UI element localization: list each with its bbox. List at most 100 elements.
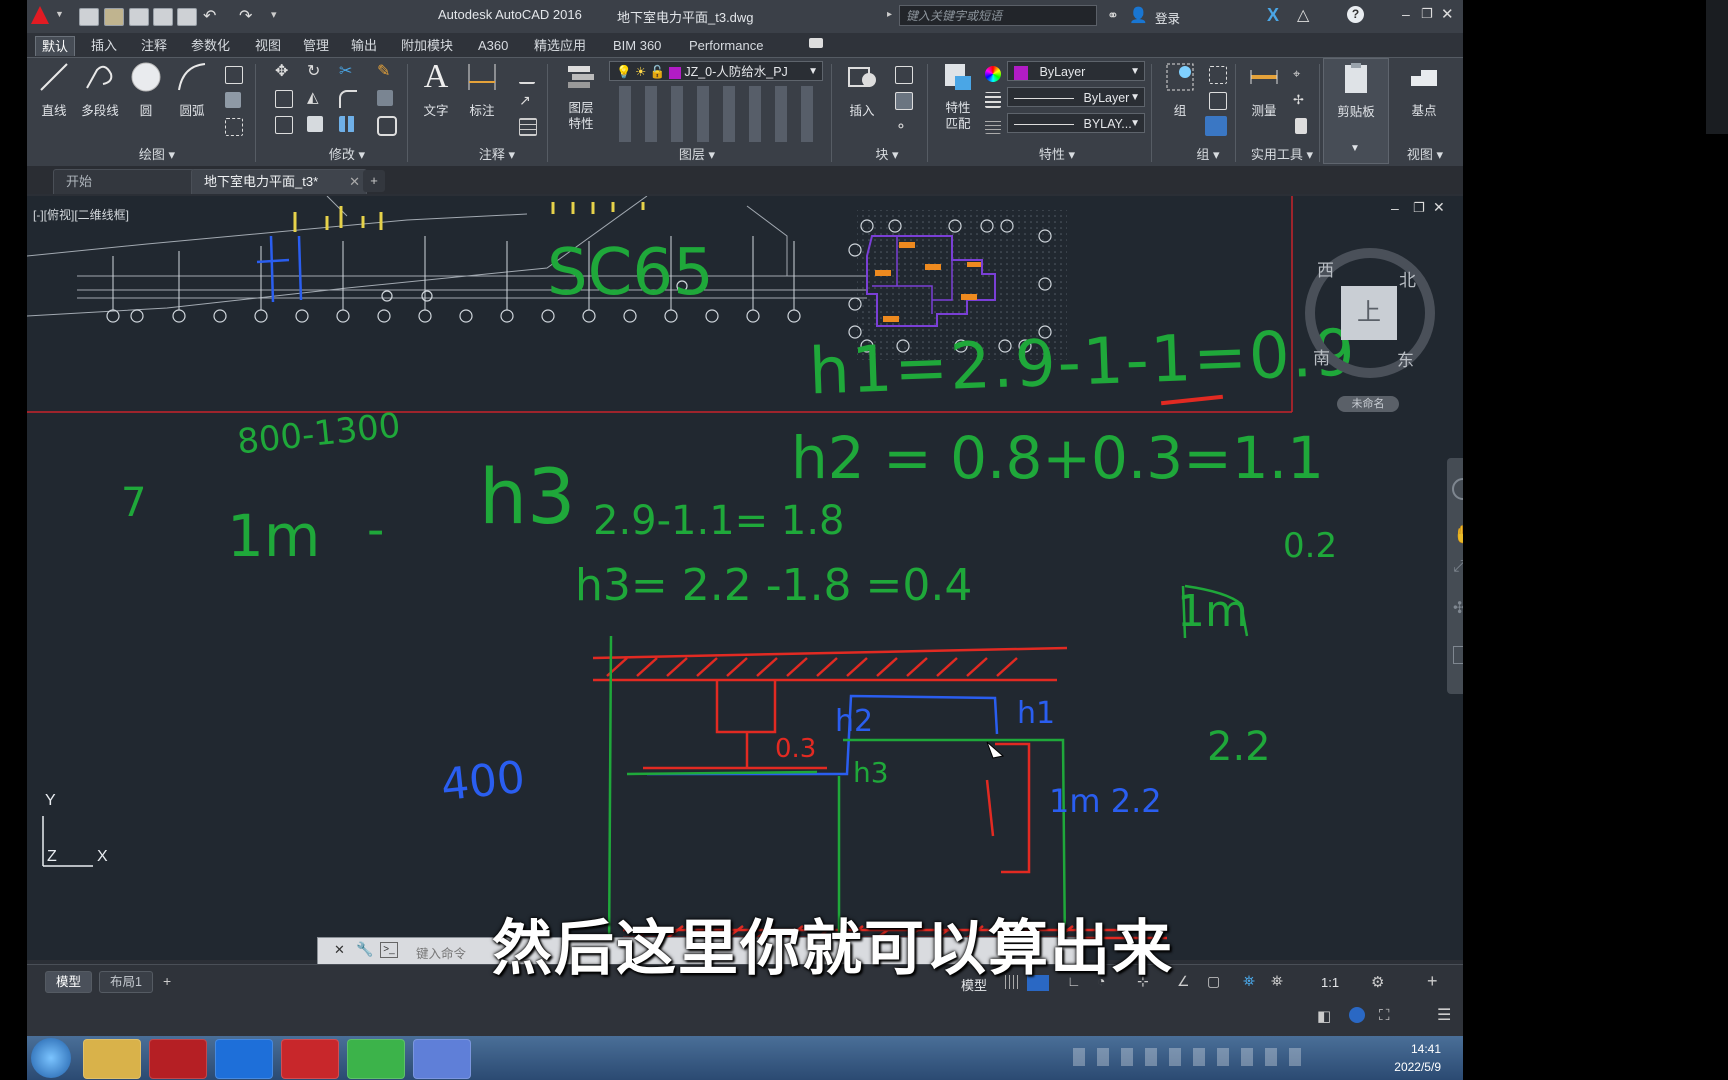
save-icon[interactable] [129, 8, 149, 26]
user-icon[interactable]: 👤 [1129, 6, 1148, 24]
tab-annotate[interactable]: 注释 [135, 36, 173, 55]
scale-icon[interactable] [307, 116, 323, 132]
modify-panel-title[interactable]: 修改 ▾ [307, 146, 387, 164]
stretch-icon[interactable] [275, 116, 293, 134]
hardware-accel-icon[interactable] [1349, 1007, 1365, 1023]
search-arrow-icon[interactable]: ▸ [887, 9, 892, 20]
tab-featured-apps[interactable]: 精选应用 [528, 36, 592, 55]
linetype-icon[interactable] [985, 92, 1001, 108]
selection-cycle-icon[interactable]: ▢ [1207, 973, 1220, 990]
dimension-tool-button[interactable]: 标注 [459, 60, 505, 119]
a360-icon[interactable]: △ [1297, 5, 1309, 25]
lineweight-icon[interactable] [985, 118, 1001, 134]
command-prompt-icon[interactable]: >_ [380, 942, 398, 958]
tab-a360[interactable]: A360 [472, 36, 514, 55]
add-layout-icon[interactable]: + [163, 973, 171, 989]
image-app-icon[interactable] [215, 1039, 273, 1079]
tab-view[interactable]: 视图 [249, 36, 287, 55]
tab-default[interactable]: 默认 [35, 36, 76, 56]
erase-icon[interactable]: ✎ [377, 64, 393, 80]
drawing-viewport[interactable]: [-][俯视][二维线框] h1=2.9-1-1=0.9 h2 = 0.8+0.… [27, 196, 1463, 960]
hatch-icon[interactable] [225, 92, 241, 108]
measure-button[interactable]: 测量 [1241, 60, 1287, 119]
tab-start[interactable]: 开始 [53, 169, 195, 194]
line-tool-button[interactable]: 直线 [31, 60, 77, 119]
app-menu-arrow-icon[interactable]: ▼ [55, 9, 64, 19]
start-button-icon[interactable] [31, 1038, 71, 1078]
search-input[interactable]: 键入关键字或短语 [899, 5, 1097, 26]
orbit-icon[interactable]: ✣ [1453, 598, 1463, 618]
video-editor-icon[interactable] [413, 1039, 471, 1079]
print-icon[interactable] [177, 8, 197, 26]
draw-panel-title[interactable]: 绘图 ▾ [117, 146, 197, 164]
viewcube-top-face[interactable]: 上 [1341, 286, 1397, 340]
viewport-close-icon[interactable]: ✕ [1433, 199, 1445, 216]
undo-icon[interactable]: ↶ [203, 6, 216, 26]
wechat-icon[interactable] [347, 1039, 405, 1079]
arc-tool-button[interactable]: 圆弧 [169, 60, 215, 119]
lineweight-toggle-icon[interactable]: ∠ [1177, 973, 1190, 990]
tab-performance[interactable]: Performance [683, 36, 769, 55]
circle-tool-button[interactable]: 圆 [123, 60, 169, 119]
rotate-icon[interactable]: ↻ [307, 64, 323, 80]
calculator-icon[interactable] [1295, 118, 1307, 134]
color-wheel-icon[interactable] [985, 66, 1001, 82]
open-file-icon[interactable] [104, 8, 124, 26]
wcs-menu[interactable]: 未命名 [1337, 396, 1399, 412]
layer-dropdown[interactable]: 💡 ☀ 🔓 JZ_0-人防给水_PJ ▼ [609, 61, 823, 81]
group-panel-title[interactable]: 组 ▾ [1183, 146, 1233, 164]
clipboard-button[interactable]: 剪贴板 ▼ [1323, 58, 1389, 164]
group-edit-icon[interactable] [1209, 92, 1227, 110]
table-icon[interactable] [519, 118, 537, 136]
group-select-icon[interactable] [1205, 116, 1227, 136]
tab-current-drawing[interactable]: 地下室电力平面_t3* ✕ [191, 169, 367, 194]
explode-icon[interactable] [377, 90, 393, 106]
match-properties-button[interactable]: 特性 匹配 [935, 60, 981, 132]
command-customize-icon[interactable]: 🔧 [356, 941, 373, 958]
id-point-icon[interactable]: ⌖ [1293, 66, 1309, 82]
layer-properties-button[interactable]: 图层 特性 [557, 60, 605, 132]
maximize-icon[interactable]: ❐ [1421, 6, 1433, 22]
base-point-button[interactable]: 基点 [1401, 60, 1447, 119]
ribbon-toggle-icon[interactable] [809, 38, 823, 48]
layers-panel-title[interactable]: 图层 ▾ [647, 146, 747, 164]
autocad-logo-icon[interactable] [31, 6, 49, 24]
pan-icon[interactable]: ✋ [1453, 524, 1463, 545]
tab-model[interactable]: 模型 [45, 971, 93, 993]
command-close-icon[interactable]: ✕ [334, 942, 345, 958]
tab-bim360[interactable]: BIM 360 [607, 36, 667, 55]
redo-icon[interactable]: ↷ [239, 6, 252, 26]
system-clock[interactable]: 14:41 2022/5/9 [1394, 1040, 1441, 1076]
point-icon[interactable]: ✢ [1293, 92, 1309, 108]
rectangle-icon[interactable] [225, 66, 243, 84]
viewcube-south[interactable]: 南 [1313, 344, 1330, 369]
new-file-icon[interactable] [79, 8, 99, 26]
showmotion-icon[interactable] [1453, 646, 1463, 664]
linear-dim-icon[interactable] [519, 66, 535, 84]
zoom-extents-icon[interactable]: ⤢ [1453, 558, 1463, 576]
help-icon[interactable]: ? [1347, 6, 1364, 23]
leader-icon[interactable]: ↗ [519, 92, 535, 108]
wps-icon[interactable] [281, 1039, 339, 1079]
binoculars-icon[interactable]: ⚭ [1107, 7, 1119, 24]
view-panel-title[interactable]: 视图 ▾ [1395, 146, 1455, 164]
insert-block-button[interactable]: 插入 [839, 60, 885, 119]
block-panel-title[interactable]: 块 ▾ [857, 146, 917, 164]
text-tool-button[interactable]: A 文字 [413, 60, 459, 119]
region-icon[interactable] [225, 118, 243, 136]
polyline-tool-button[interactable]: 多段线 [77, 60, 123, 119]
workspace-gear-icon[interactable]: ⚙ [1371, 973, 1384, 991]
layer-tool-row[interactable] [613, 86, 823, 142]
copy-icon[interactable] [275, 90, 293, 108]
command-input[interactable]: 键入命令 [416, 943, 466, 962]
color-dropdown[interactable]: ByLayer ▼ [1007, 61, 1145, 81]
viewport-minimize-icon[interactable]: – [1391, 200, 1399, 216]
scale-value[interactable]: 1:1 [1321, 975, 1339, 990]
linetype-dropdown[interactable]: ByLayer ▼ [1007, 87, 1145, 107]
tab-manage[interactable]: 管理 [297, 36, 335, 55]
new-tab-icon[interactable]: + [363, 170, 385, 192]
menu-icon[interactable]: ☰ [1437, 1005, 1451, 1025]
viewcube-west[interactable]: 西 [1317, 256, 1334, 281]
steering-wheel-icon[interactable] [1452, 478, 1463, 500]
lineweight-dropdown[interactable]: BYLAY... ▼ [1007, 113, 1145, 133]
